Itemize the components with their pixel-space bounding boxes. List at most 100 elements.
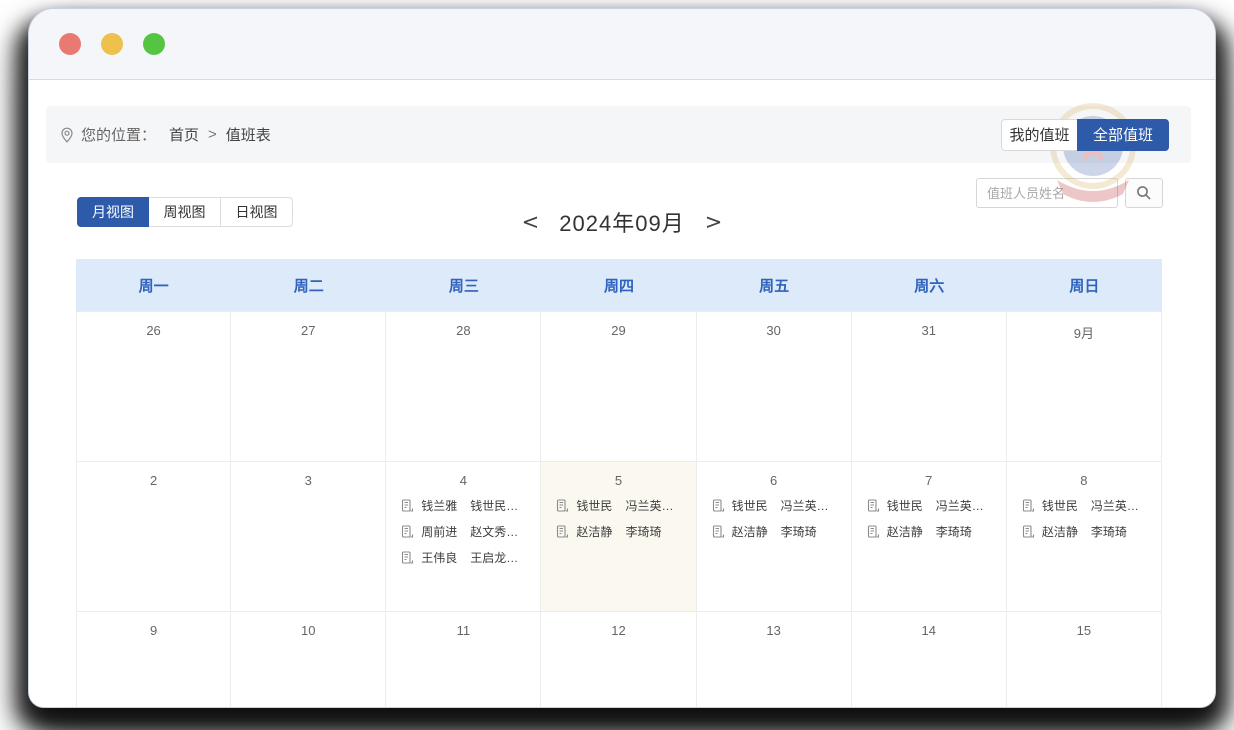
weekday-header-row: 周一 周二 周三 周四 周五 周六 周日 <box>76 259 1162 311</box>
calendar-day-cell[interactable]: 26 <box>76 312 231 462</box>
breadcrumb-separator: > <box>208 126 217 143</box>
weekday-header: 周一 <box>76 259 231 311</box>
duty-person-name: 冯兰英… <box>781 497 829 514</box>
calendar-day-cell[interactable]: 10 <box>231 612 386 708</box>
day-number: 14 <box>852 612 1006 638</box>
day-number: 3 <box>231 462 385 488</box>
calendar-day-cell[interactable]: 11 <box>386 612 541 708</box>
building-icon <box>1022 499 1035 512</box>
duty-entry[interactable]: 钱世民冯兰英… <box>1022 497 1161 514</box>
building-icon <box>401 525 414 538</box>
duty-person-name: 赵洁静 <box>887 523 923 540</box>
calendar-day-cell[interactable]: 13 <box>697 612 852 708</box>
window-titlebar <box>29 9 1215 80</box>
duty-entry[interactable]: 赵洁静李琦琦 <box>712 523 851 540</box>
close-window-button[interactable] <box>59 33 81 55</box>
duty-person-name: 赵洁静 <box>1042 523 1078 540</box>
duty-person-name: 钱世民 <box>576 497 612 514</box>
duty-entry[interactable]: 钱世民冯兰英… <box>712 497 851 514</box>
duty-entry-list: 钱世民冯兰英… 赵洁静李琦琦 <box>1007 497 1161 540</box>
duty-person-name: 钱世民 <box>1042 497 1078 514</box>
calendar-day-cell[interactable]: 2 <box>76 462 231 612</box>
duty-person-name: 李琦琦 <box>936 523 972 540</box>
day-number: 5 <box>541 462 695 488</box>
next-month-icon[interactable]: > <box>701 210 727 235</box>
calendar-day-cell[interactable]: 6 钱世民冯兰英… 赵洁静李琦琦 <box>697 462 852 612</box>
duty-person-name: 赵洁静 <box>732 523 768 540</box>
duty-person-name: 冯兰英… <box>936 497 984 514</box>
weekday-header: 周五 <box>697 259 852 311</box>
calendar-day-cell[interactable]: 30 <box>697 312 852 462</box>
duty-entry[interactable]: 周前进赵文秀… <box>401 523 540 540</box>
prev-month-icon[interactable]: < <box>518 210 544 235</box>
day-number: 8 <box>1007 462 1161 488</box>
all-duty-button[interactable]: 全部值班 <box>1077 119 1169 151</box>
calendar-day-cell[interactable]: 5 钱世民冯兰英… 赵洁静李琦琦 <box>541 462 696 612</box>
location-pin-icon <box>60 127 74 143</box>
calendar-day-cell[interactable]: 9 <box>76 612 231 708</box>
calendar-day-cell[interactable]: 3 <box>231 462 386 612</box>
tab-day-view[interactable]: 日视图 <box>221 197 293 227</box>
duty-person-name: 钱世民 <box>887 497 923 514</box>
day-number: 31 <box>852 312 1006 338</box>
calendar-body: 2627282930319月234钱兰雅钱世民…周前进赵文秀…王伟良王启龙…5钱… <box>76 311 1162 708</box>
my-duty-button[interactable]: 我的值班 <box>1001 119 1077 151</box>
duty-entry[interactable]: 赵洁静李琦琦 <box>556 523 695 540</box>
duty-person-name: 赵文秀… <box>470 523 518 540</box>
duty-person-name: 周前进 <box>421 523 457 540</box>
breadcrumb-current: 值班表 <box>226 124 271 145</box>
duty-person-name: 赵洁静 <box>576 523 612 540</box>
app-window: 您的位置： 首页 > 值班表 我的值班 全部值班 <box>28 8 1216 708</box>
duty-person-name: 李琦琦 <box>1091 523 1127 540</box>
calendar-day-cell[interactable]: 27 <box>231 312 386 462</box>
day-number: 15 <box>1007 612 1161 638</box>
tab-week-view[interactable]: 周视图 <box>149 197 221 227</box>
breadcrumb: 您的位置： 首页 > 值班表 <box>60 124 271 145</box>
day-number: 12 <box>541 612 695 638</box>
search-button[interactable] <box>1125 178 1163 208</box>
day-number: 30 <box>697 312 851 338</box>
duty-entry[interactable]: 赵洁静李琦琦 <box>1022 523 1161 540</box>
calendar-day-cell[interactable]: 8 钱世民冯兰英… 赵洁静李琦琦 <box>1007 462 1162 612</box>
duty-person-name: 钱兰雅 <box>421 497 457 514</box>
breadcrumb-home-link[interactable]: 首页 <box>169 124 199 145</box>
calendar-day-cell[interactable]: 31 <box>852 312 1007 462</box>
calendar-day-cell[interactable]: 4 钱兰雅钱世民… 周前进赵文秀… 王伟良王启龙… <box>386 462 541 612</box>
calendar-day-cell[interactable]: 15 <box>1007 612 1162 708</box>
day-number: 28 <box>386 312 540 338</box>
duty-calendar: 周一 周二 周三 周四 周五 周六 周日 2627282930319月234钱兰… <box>76 259 1162 708</box>
main-content: 您的位置： 首页 > 值班表 我的值班 全部值班 <box>29 80 1215 707</box>
building-icon <box>712 525 725 538</box>
duty-entry[interactable]: 王伟良王启龙… <box>401 549 540 566</box>
day-number: 27 <box>231 312 385 338</box>
calendar-day-cell[interactable]: 14 <box>852 612 1007 708</box>
building-icon <box>867 499 880 512</box>
calendar-week-row: 9101112131415 <box>76 612 1162 708</box>
day-number: 4 <box>386 462 540 488</box>
building-icon <box>712 499 725 512</box>
calendar-week-row: 2627282930319月 <box>76 312 1162 462</box>
building-icon <box>556 499 569 512</box>
duty-entry[interactable]: 钱世民冯兰英… <box>556 497 695 514</box>
calendar-day-cell[interactable]: 28 <box>386 312 541 462</box>
calendar-day-cell[interactable]: 29 <box>541 312 696 462</box>
duty-person-name: 钱世民 <box>732 497 768 514</box>
tab-month-view[interactable]: 月视图 <box>77 197 149 227</box>
minimize-window-button[interactable] <box>101 33 123 55</box>
duty-entry[interactable]: 赵洁静李琦琦 <box>867 523 1006 540</box>
zoom-window-button[interactable] <box>143 33 165 55</box>
day-number: 11 <box>386 612 540 638</box>
search-icon <box>1136 185 1152 201</box>
day-number: 2 <box>77 462 230 488</box>
calendar-day-cell[interactable]: 9月 <box>1007 312 1162 462</box>
building-icon <box>401 551 414 564</box>
search-input[interactable] <box>976 178 1118 208</box>
calendar-week-row: 234钱兰雅钱世民…周前进赵文秀…王伟良王启龙…5钱世民冯兰英…赵洁静李琦琦6钱… <box>76 462 1162 612</box>
duty-person-name: 王启龙… <box>470 549 518 566</box>
duty-entry[interactable]: 钱世民冯兰英… <box>867 497 1006 514</box>
duty-person-name: 王伟良 <box>421 549 457 566</box>
day-number: 6 <box>697 462 851 488</box>
duty-entry[interactable]: 钱兰雅钱世民… <box>401 497 540 514</box>
calendar-day-cell[interactable]: 12 <box>541 612 696 708</box>
calendar-day-cell[interactable]: 7钱世民冯兰英…赵洁静李琦琦 <box>852 462 1007 612</box>
